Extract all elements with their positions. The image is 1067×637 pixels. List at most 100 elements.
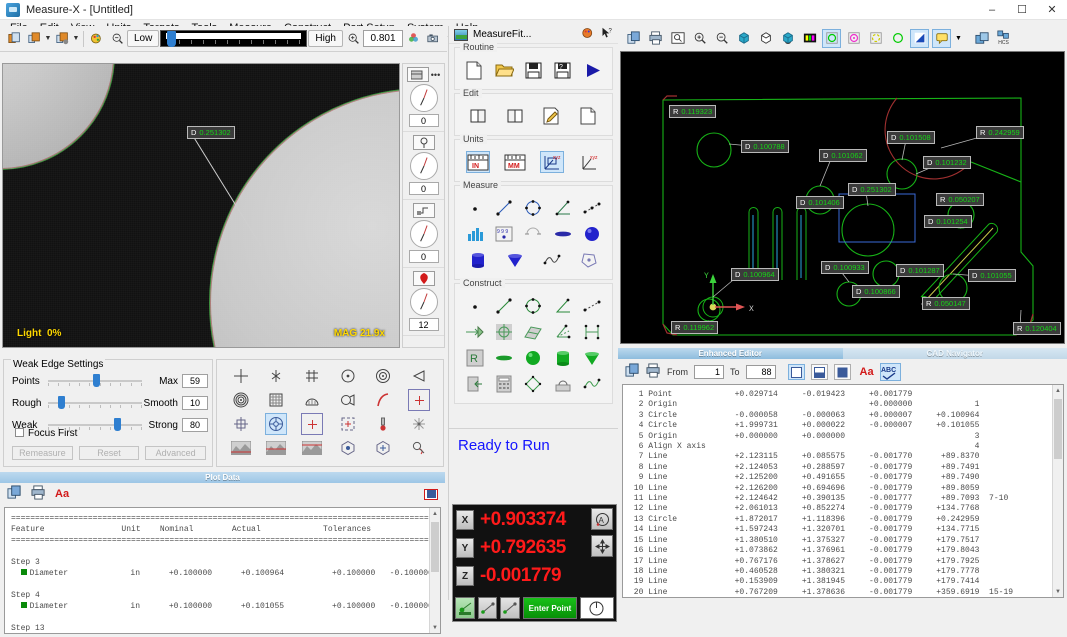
cad-label-15[interactable]: D0.101055 [968, 269, 1016, 282]
distance-icon[interactable] [580, 197, 604, 219]
contour-trace-icon[interactable] [408, 437, 430, 459]
arc-tool-icon[interactable] [372, 389, 394, 411]
dro-y-button[interactable]: Y [456, 538, 474, 558]
focus-box-tool-icon[interactable] [408, 389, 430, 411]
editor-scrollbar[interactable]: ▲ ▼ [1052, 385, 1063, 597]
c-datum-icon[interactable] [551, 373, 575, 395]
cad-view[interactable]: Y X [620, 51, 1065, 344]
c-intersect-icon[interactable] [492, 321, 516, 343]
focus-first-checkbox[interactable]: Focus First [15, 428, 77, 439]
light-slider[interactable] [160, 30, 307, 47]
tooltip-icon[interactable] [932, 29, 951, 48]
focus-dial-value[interactable]: 0 [409, 250, 439, 263]
chevron-down-icon[interactable]: ▼ [954, 29, 963, 48]
histogram-c-icon[interactable] [301, 437, 323, 459]
plot-copy-icon[interactable] [7, 485, 22, 503]
hcs-icon[interactable]: HCS [994, 29, 1013, 48]
crosshair-tool-icon[interactable] [230, 365, 252, 387]
contour-icon[interactable] [540, 249, 564, 271]
zoom-dial-value[interactable]: 0 [409, 114, 439, 127]
c-bisect-icon[interactable] [551, 321, 575, 343]
show-arcs-icon[interactable] [866, 29, 885, 48]
minimize-button[interactable]: – [977, 0, 1007, 20]
weak-edge-slider-1[interactable] [48, 374, 142, 388]
slider-thumb-1[interactable] [93, 374, 100, 387]
probe-tool-icon[interactable] [372, 413, 394, 435]
slider-thumb-3[interactable] [114, 418, 121, 431]
c-transform-icon[interactable] [521, 373, 545, 395]
c-cylinder-icon[interactable] [551, 347, 575, 369]
view-full-button[interactable] [834, 364, 851, 380]
c-plane-icon[interactable] [521, 321, 545, 343]
cad-zoom-in-icon[interactable] [690, 29, 709, 48]
focus-first-checkbox-box[interactable] [15, 428, 24, 437]
copy-icon[interactable] [4, 29, 24, 49]
point-icon[interactable] [463, 197, 487, 219]
editor-scroll-thumb[interactable] [1054, 399, 1062, 459]
cone-tool-icon[interactable] [408, 365, 430, 387]
c-project-icon[interactable] [463, 321, 487, 343]
measurefit-palette-icon[interactable] [582, 27, 594, 42]
run-icon[interactable] [580, 59, 604, 81]
scroll-down-icon[interactable]: ▼ [430, 622, 440, 633]
cad-copy-icon[interactable] [624, 29, 643, 48]
pattern-circle-tool-icon[interactable] [265, 413, 287, 435]
c-cone-icon[interactable] [580, 347, 604, 369]
height-icon[interactable] [463, 223, 487, 245]
light-dial-value[interactable]: 0 [409, 182, 439, 195]
center-target-tool-icon[interactable] [230, 413, 252, 435]
circle-icon[interactable] [521, 197, 545, 219]
line-icon[interactable] [492, 197, 516, 219]
pan-icon[interactable] [591, 535, 613, 557]
arc-icon[interactable] [521, 223, 545, 245]
histogram-b-icon[interactable] [265, 437, 287, 459]
focus-dial[interactable] [410, 220, 438, 248]
concentric-tool-icon[interactable] [230, 389, 252, 411]
plot-data-scrollbar[interactable]: ▲ ▼ [429, 508, 440, 633]
angle-icon[interactable] [910, 29, 929, 48]
zoom-dial[interactable] [410, 84, 438, 112]
c-recall-icon[interactable]: R [463, 347, 487, 369]
rotate-view-icon[interactable] [778, 29, 797, 48]
cad-label-8[interactable]: D0.101406 [796, 196, 844, 209]
probe-dial[interactable] [410, 288, 438, 316]
cad-label-18[interactable]: R0.120404 [1013, 322, 1061, 335]
plot-font-icon[interactable]: Aa [55, 488, 69, 500]
starburst-tool-icon[interactable] [408, 413, 430, 435]
enter-point-button[interactable]: Enter Point [523, 597, 577, 619]
edit-icon[interactable] [540, 105, 564, 127]
cone-icon[interactable] [503, 249, 527, 271]
enhanced-editor-list[interactable]: 1 Point +0.029714 -0.019423 +0.001779 2 … [622, 384, 1064, 598]
scroll-up-icon[interactable]: ▲ [430, 508, 440, 519]
probe-dial-value[interactable]: 12 [409, 318, 439, 331]
remeasure-button[interactable]: Remeasure [12, 446, 73, 460]
mesh-tool-icon[interactable] [265, 389, 287, 411]
c-import-icon[interactable] [463, 373, 487, 395]
book-next-icon[interactable] [503, 105, 527, 127]
iso-view-icon[interactable] [734, 29, 753, 48]
cad-label-2[interactable]: D0.100788 [741, 140, 789, 153]
from-input[interactable]: 1 [694, 365, 724, 379]
cad-label-7[interactable]: D0.251302 [848, 183, 896, 196]
view-all-button[interactable] [788, 364, 805, 380]
probe-a-button[interactable] [478, 597, 498, 619]
angle-icon[interactable] [551, 197, 575, 219]
histogram-a-icon[interactable] [230, 437, 252, 459]
editor-print-icon[interactable] [646, 363, 661, 381]
arc-mesh-tool-icon[interactable] [301, 389, 323, 411]
cad-print-icon[interactable] [646, 29, 665, 48]
copy-page-icon[interactable] [577, 105, 601, 127]
rgb-icon[interactable] [403, 29, 423, 49]
c-distance-icon[interactable] [580, 295, 604, 317]
light-slider-thumb[interactable] [167, 31, 176, 47]
grid-tool-icon[interactable] [301, 365, 323, 387]
to-input[interactable]: 88 [746, 365, 776, 379]
cad-label-11[interactable]: D0.100964 [731, 268, 779, 281]
cad-label-10[interactable]: D0.101254 [924, 215, 972, 228]
polygon-cross-icon[interactable] [372, 437, 394, 459]
camera-settings-icon[interactable] [423, 29, 443, 49]
chevron-down-icon[interactable]: ▼ [44, 35, 52, 42]
cad-label-14[interactable]: D0.100866 [852, 285, 900, 298]
show-circles-icon[interactable] [822, 29, 841, 48]
cad-fit-icon[interactable] [668, 29, 687, 48]
